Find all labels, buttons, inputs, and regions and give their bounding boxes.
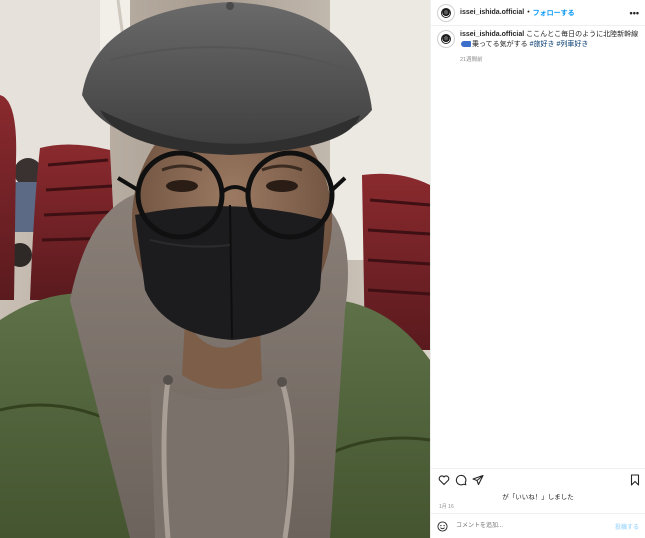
bullet-train-emoji-icon bbox=[461, 40, 471, 47]
selfie-image bbox=[0, 0, 430, 538]
post-comment-button[interactable]: 投稿する bbox=[615, 522, 639, 531]
caption-avatar[interactable] bbox=[437, 30, 455, 48]
heart-icon[interactable] bbox=[438, 474, 450, 486]
post-caption: issei_ishida.official ここんとこ毎日のように北陸新幹線乗っ… bbox=[437, 30, 639, 49]
caption-username[interactable]: issei_ishida.official bbox=[460, 31, 524, 38]
comment-input[interactable] bbox=[454, 522, 598, 530]
more-options-icon[interactable]: ••• bbox=[630, 8, 639, 18]
header-username[interactable]: issei_ishida.official bbox=[460, 9, 524, 16]
post-header: issei_ishida.official • フォローする ••• bbox=[431, 0, 645, 26]
profile-avatar[interactable] bbox=[437, 3, 455, 22]
share-icon[interactable] bbox=[472, 474, 484, 486]
action-bar bbox=[431, 468, 645, 490]
bookmark-icon[interactable] bbox=[629, 474, 641, 486]
comment-bar: 投稿する bbox=[431, 513, 645, 538]
smiley-icon[interactable] bbox=[437, 520, 448, 532]
caption-text-before: ここんとこ毎日のように北陸新幹線 bbox=[526, 31, 639, 38]
post-photo[interactable] bbox=[0, 0, 430, 538]
post-details-panel: issei_ishida.official • フォローする ••• issei… bbox=[430, 0, 645, 538]
caption-text: issei_ishida.official ここんとこ毎日のように北陸新幹線乗っ… bbox=[460, 30, 639, 49]
header-separator: • bbox=[527, 9, 530, 16]
follow-button[interactable]: フォローする bbox=[533, 8, 575, 18]
likes-summary: が「いいね！」しました bbox=[502, 494, 574, 501]
hashtag-link[interactable]: #旅好き bbox=[530, 41, 555, 48]
hashtag-link[interactable]: #列車好き bbox=[556, 41, 588, 48]
instagram-post-embed: issei_ishida.official • フォローする ••• issei… bbox=[0, 0, 645, 538]
caption-text-after: 乗ってる気がする bbox=[472, 40, 528, 48]
comment-icon[interactable] bbox=[455, 474, 467, 486]
caption-timestamp: 21週間前 bbox=[460, 57, 483, 63]
post-date: 1月 16 bbox=[439, 504, 454, 510]
